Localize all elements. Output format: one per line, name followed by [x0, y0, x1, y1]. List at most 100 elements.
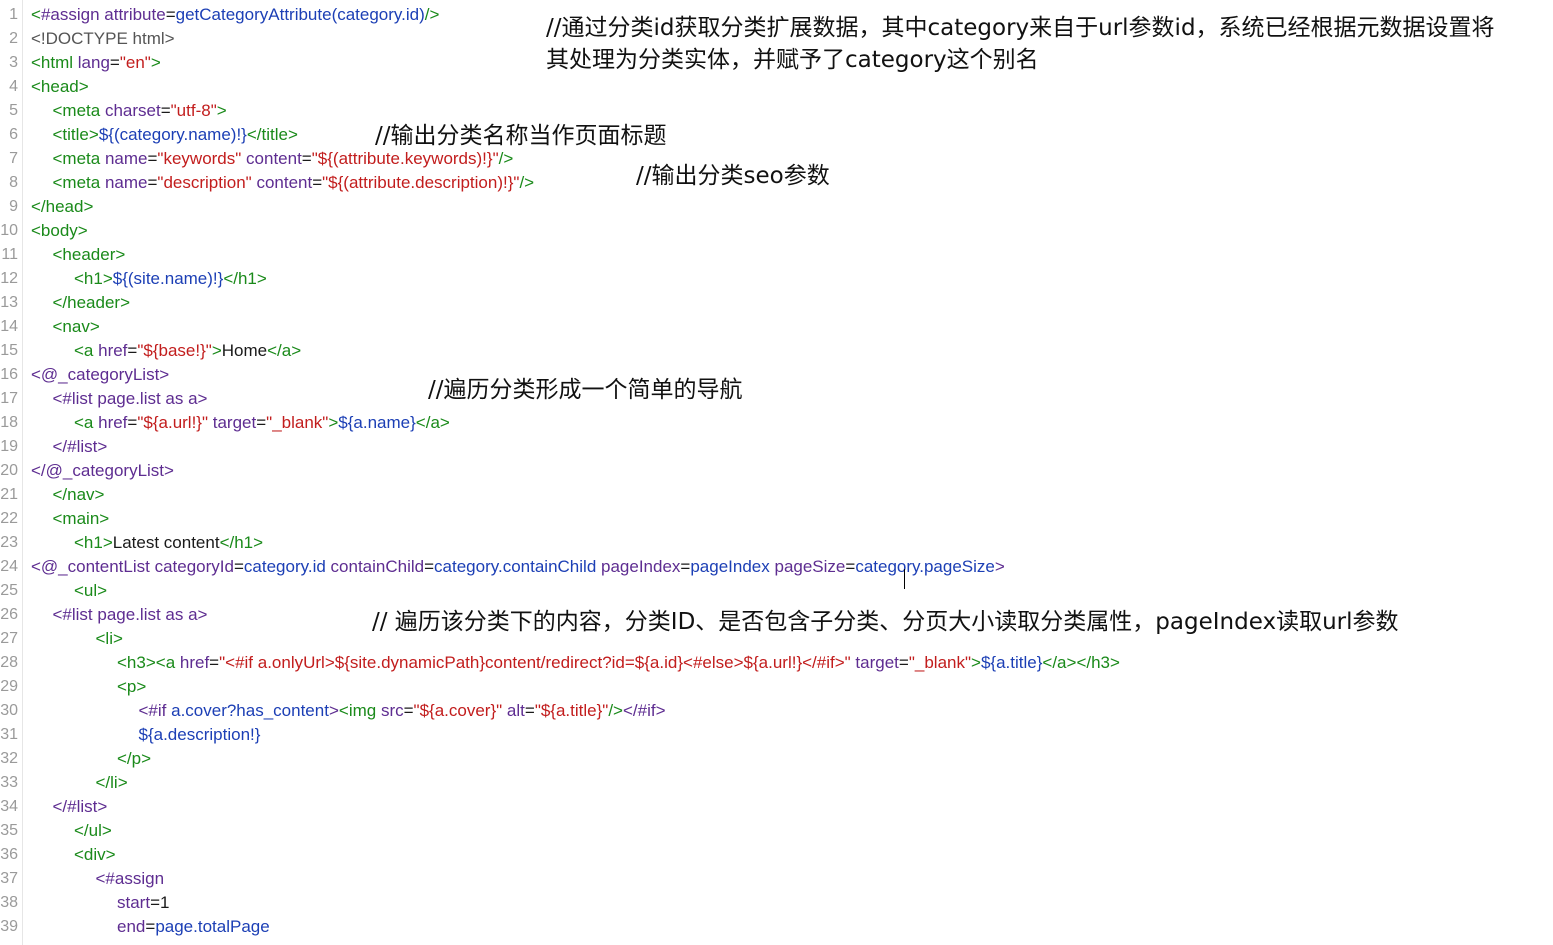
code-token: categoryId: [154, 557, 234, 576]
code-line[interactable]: </@_categoryList>: [31, 459, 174, 483]
line-number: 28: [0, 654, 18, 671]
code-editor[interactable]: 1 2 3 4 5 6 7 8 9 10 11 12 13 14 15 16 17 18 19 20 21 22 23 24 2…: [0, 0, 1553, 945]
code-token: =: [160, 101, 171, 120]
code-line[interactable]: <head>: [31, 75, 89, 99]
code-token: "${a.cover}": [413, 701, 507, 720]
line-number-gutter: 1 2 3 4 5 6 7 8 9 10 11 12 13 14 15 16 17 18 19 20 21 22 23 24 2…: [0, 0, 23, 945]
code-token: page.totalPage: [155, 917, 270, 936]
code-token: content: [256, 173, 313, 192]
code-line[interactable]: <ul>: [74, 579, 107, 603]
code-line[interactable]: <li>: [96, 627, 123, 651]
code-line[interactable]: <a href="${base!}">Home</a>: [74, 339, 301, 363]
code-token: </a>: [267, 341, 302, 360]
code-token: category.id: [243, 557, 331, 576]
code-line[interactable]: <h3><a href="<#if a.onlyUrl>${site.dynam…: [117, 651, 1120, 675]
code-line[interactable]: </#list>: [53, 795, 108, 819]
code-token: =: [165, 5, 176, 24]
line-number: 3: [9, 54, 18, 71]
code-token: =: [524, 701, 535, 720]
code-line[interactable]: <header>: [53, 243, 126, 267]
code-token: =: [127, 341, 138, 360]
code-line[interactable]: start=1: [117, 891, 169, 915]
code-line[interactable]: </head>: [31, 195, 93, 219]
code-line[interactable]: </#list>: [53, 435, 108, 459]
code-token: <ul>: [74, 581, 108, 600]
comment-page-title: //输出分类名称当作页面标题: [375, 123, 667, 149]
code-token: >: [211, 341, 222, 360]
code-token: ${(site.name)!}: [112, 269, 224, 288]
code-token: "<#if a.onlyUrl>${site.dynamicPath}conte…: [219, 653, 856, 672]
code-token: "_blank": [908, 653, 972, 672]
code-line[interactable]: <title>${(category.name)!}</title>: [53, 123, 298, 147]
code-token: ${a.name}: [338, 413, 416, 432]
code-token: end: [117, 917, 146, 936]
line-number: 29: [0, 678, 18, 695]
code-token: <h1>: [74, 533, 113, 552]
line-number: 6: [9, 126, 18, 143]
code-token: lang: [77, 53, 110, 72]
code-token: "utf-8": [170, 101, 217, 120]
line-number: 12: [0, 270, 18, 287]
code-line[interactable]: </header>: [53, 291, 131, 315]
code-line[interactable]: <#if a.cover?has_content><img src="${a.c…: [139, 699, 666, 723]
code-line[interactable]: <p>: [117, 675, 146, 699]
code-line[interactable]: <div>: [74, 843, 116, 867]
code-token: <: [31, 5, 41, 24]
code-token: src: [380, 701, 404, 720]
code-line[interactable]: <!DOCTYPE html>: [31, 27, 175, 51]
code-line[interactable]: <meta name="description" content="${(att…: [53, 171, 535, 195]
line-number: 36: [0, 846, 18, 863]
line-number: 20: [0, 462, 18, 479]
code-token: <a: [155, 653, 180, 672]
code-line[interactable]: <a href="${a.url!}" target="_blank">${a.…: [74, 411, 450, 435]
code-line[interactable]: <nav>: [53, 315, 100, 339]
code-line[interactable]: <#assign attribute=getCategoryAttribute(…: [31, 3, 439, 27]
code-token: target: [855, 653, 899, 672]
code-token: name: [104, 173, 148, 192]
code-line[interactable]: <body>: [31, 219, 88, 243]
line-number: 15: [0, 342, 18, 359]
code-line[interactable]: </p>: [117, 747, 151, 771]
code-token: containChild: [330, 557, 425, 576]
code-line[interactable]: </nav>: [53, 483, 105, 507]
line-number: 35: [0, 822, 18, 839]
code-token: </a>: [1042, 653, 1077, 672]
code-line[interactable]: <meta charset="utf-8">: [53, 99, 227, 123]
code-line[interactable]: <h1>${(site.name)!}</h1>: [74, 267, 267, 291]
code-token: charset: [104, 101, 161, 120]
code-token: <header>: [52, 245, 126, 264]
code-token: =: [147, 149, 158, 168]
code-token: </nav>: [52, 485, 105, 504]
code-token: >: [971, 653, 981, 672]
line-number: 10: [0, 222, 18, 239]
code-token: "${a.title}": [534, 701, 609, 720]
code-token: <@_contentList: [31, 557, 155, 576]
code-token: <head>: [31, 77, 89, 96]
code-token: =: [150, 893, 160, 912]
code-token: >: [328, 701, 339, 720]
line-number: 27: [0, 630, 18, 647]
code-line[interactable]: <#list page.list as a>: [53, 387, 208, 411]
code-token: category.containChild: [434, 557, 601, 576]
code-line[interactable]: </ul>: [74, 819, 112, 843]
code-line[interactable]: <@_contentList categoryId=category.id co…: [31, 555, 1005, 579]
code-line[interactable]: <html lang="en">: [31, 51, 161, 75]
line-number: 39: [0, 918, 18, 935]
code-line[interactable]: <main>: [53, 507, 110, 531]
code-line[interactable]: ${a.description!}: [139, 723, 261, 747]
code-token: a.cover?has_content: [171, 701, 329, 720]
code-line[interactable]: </li>: [96, 771, 128, 795]
code-line[interactable]: <@_categoryList>: [31, 363, 169, 387]
code-token: href: [98, 341, 128, 360]
code-token: <title>: [52, 125, 99, 144]
code-token: "en": [119, 53, 151, 72]
code-token: >: [994, 557, 1005, 576]
code-token: =: [312, 173, 323, 192]
code-line[interactable]: <h1>Latest content</h1>: [74, 531, 263, 555]
code-token: Home: [221, 341, 268, 360]
code-token: <meta: [52, 101, 105, 120]
code-line[interactable]: end=page.totalPage: [117, 915, 270, 939]
comment-category-attribute-line-1: //通过分类id获取分类扩展数据，其中category来自于url参数id，系统…: [546, 15, 1495, 41]
code-line[interactable]: <#list page.list as a>: [53, 603, 208, 627]
code-line[interactable]: <#assign: [96, 867, 165, 891]
